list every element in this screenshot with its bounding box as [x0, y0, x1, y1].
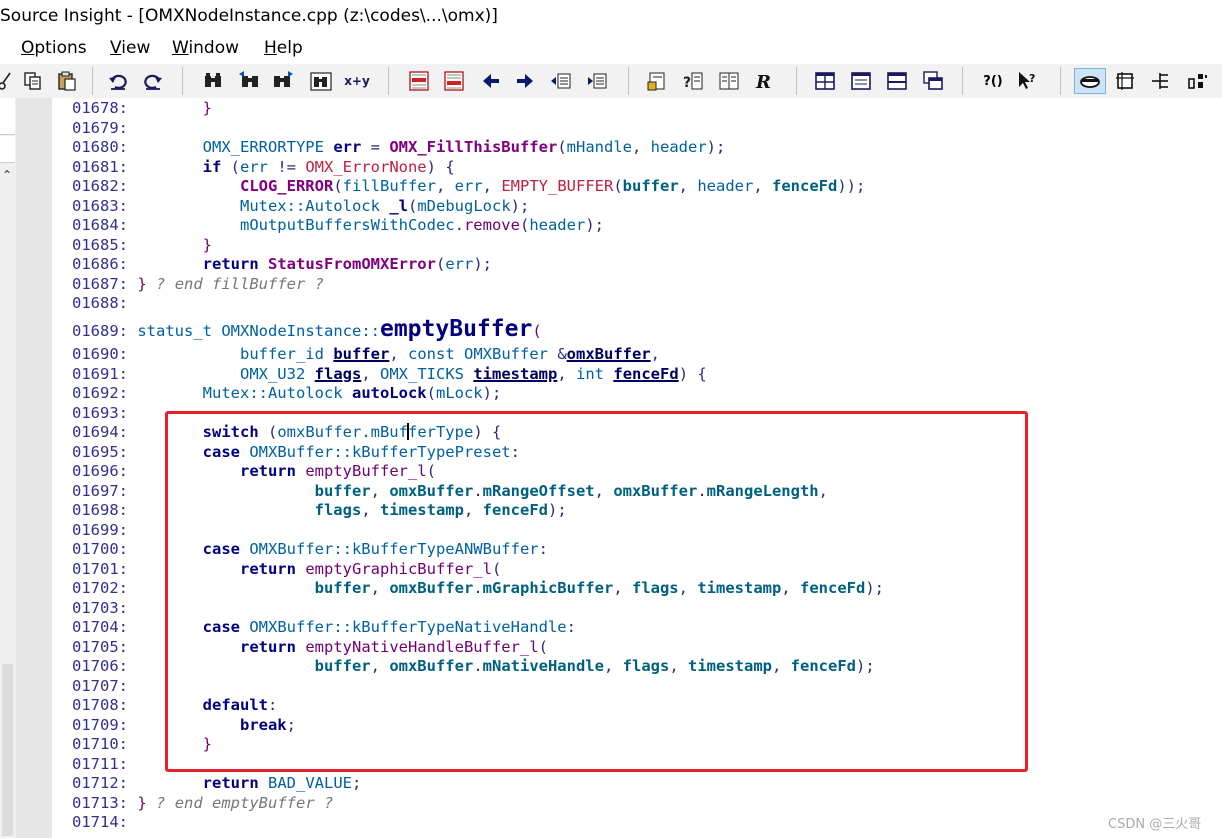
code-line: 01714:: [72, 813, 128, 831]
menu-help[interactable]: Help: [264, 38, 303, 58]
code-line: 01683: Mutex::Autolock _l(mDebugLock);: [72, 196, 530, 215]
find-icon[interactable]: [200, 68, 226, 94]
bookmark-next-icon[interactable]: [441, 68, 467, 94]
svg-text:?: ?: [683, 75, 691, 91]
code-line: 01687: } ? end fillBuffer ?: [72, 274, 325, 293]
watermark: CSDN @三火哥: [1108, 817, 1202, 832]
code-line: 01703:: [72, 598, 128, 617]
indent-left-icon[interactable]: [584, 68, 610, 94]
context-help-icon[interactable]: ?(): [978, 68, 1008, 94]
code-line: 01701: return emptyGraphicBuffer_l(: [72, 559, 502, 578]
code-line: 01678: }: [72, 99, 212, 117]
code-line: 01702: buffer, omxBuffer.mGraphicBuffer,…: [72, 579, 884, 597]
code-line: 01706: buffer, omxBuffer.mNativeHandle, …: [72, 657, 875, 675]
relation-icon[interactable]: R: [752, 68, 778, 94]
bookmark-prev-icon[interactable]: [406, 68, 432, 94]
code-line: 01690: buffer_id buffer, const OMXBuffer…: [72, 345, 660, 363]
paste-icon[interactable]: [54, 68, 80, 94]
window-tile-icon[interactable]: [812, 68, 838, 94]
code-line: 01682: CLOG_ERROR(fillBuffer, err, EMPTY…: [72, 177, 866, 195]
undo-icon[interactable]: [105, 68, 131, 94]
code-line: 01697: buffer, omxBuffer.mRangeOffset, o…: [72, 481, 828, 500]
grid-icon[interactable]: [1184, 68, 1210, 94]
code-line: 01696: return emptyBuffer_l(: [72, 462, 436, 480]
lookup-symbol-icon[interactable]: [644, 68, 670, 94]
code-line: 01686: return StatusFromOMXError(err);: [72, 255, 492, 273]
layout-icon[interactable]: [1112, 68, 1138, 94]
menu-window[interactable]: Window: [172, 38, 239, 58]
code-line: 01688:: [72, 294, 128, 312]
code-line: 01708: default:: [72, 696, 278, 714]
code-line: 01699:: [72, 520, 128, 539]
svg-text:?: ?: [1029, 72, 1035, 85]
browse-book-icon[interactable]: [716, 68, 742, 94]
cut-icon[interactable]: [0, 68, 18, 94]
code-editor[interactable]: 01678: } 01679: 01680: OMX_ERRORTYPE err…: [52, 98, 1222, 838]
window-cascade-icon[interactable]: [920, 68, 946, 94]
window-split-icon[interactable]: [884, 68, 910, 94]
window-list-icon[interactable]: [848, 68, 874, 94]
replace-icon[interactable]: x+y: [342, 68, 372, 94]
code-line: 01712: return BAD_VALUE;: [72, 774, 362, 792]
panel-scrollbar-thumb[interactable]: [2, 664, 13, 836]
menu-options[interactable]: Options: [21, 38, 87, 58]
menu-view[interactable]: View: [110, 38, 150, 58]
panel-box-mid: [0, 136, 15, 163]
find-prev-icon[interactable]: [236, 68, 262, 94]
find-next-icon[interactable]: [270, 68, 296, 94]
toolbar: x+y ? R ?() ?: [0, 64, 1222, 99]
code-line: 01681: if (err != OMX_ErrorNone) {: [72, 157, 455, 176]
svg-text:R: R: [755, 72, 771, 92]
code-line: 01693:: [72, 403, 128, 422]
code-line: 01685: }: [72, 235, 212, 254]
code-line: 01709: break;: [72, 715, 296, 734]
code-line: 01710: }: [72, 735, 212, 753]
search-files-icon[interactable]: [308, 68, 334, 94]
code-line: 01680: OMX_ERRORTYPE err = OMX_FillThisB…: [72, 138, 726, 156]
redo-icon[interactable]: [140, 68, 166, 94]
code-line: 01711:: [72, 754, 128, 773]
code-line: 01698: flags, timestamp, fenceFd);: [72, 501, 567, 519]
pointer-help-icon[interactable]: ?: [1014, 68, 1040, 94]
title-bar: Source Insight - [OMXNodeInstance.cpp (z…: [0, 0, 1222, 34]
code-line: 01700: case OMXBuffer::kBufferTypeANWBuf…: [72, 540, 548, 558]
code-line: 01684: mOutputBuffersWithCodec.remove(he…: [72, 216, 604, 234]
code-line: 01705: return emptyNativeHandleBuffer_l(: [72, 637, 548, 656]
symbol-info-icon[interactable]: ?: [680, 68, 706, 94]
back-icon[interactable]: [478, 68, 504, 94]
tree-icon[interactable]: [1148, 68, 1174, 94]
text-caret: [406, 423, 409, 440]
code-line: 01704: case OMXBuffer::kBufferTypeNative…: [72, 618, 576, 636]
code-line: 01695: case OMXBuffer::kBufferTypePreset…: [72, 442, 520, 461]
code-line: 01692: Mutex::Autolock autoLock(mLock);: [72, 384, 502, 402]
toggle-view-icon[interactable]: [1074, 68, 1106, 94]
code-line: 01689: status_t OMXNodeInstance::emptyBu…: [72, 316, 542, 342]
code-line: 01707:: [72, 676, 128, 695]
menu-bar: Options View Window Help: [0, 34, 1222, 64]
code-line: 01679:: [72, 118, 128, 137]
forward-icon[interactable]: [512, 68, 538, 94]
editor-gutter: [16, 98, 52, 838]
panel-box-top: [0, 98, 15, 135]
code-line: 01691: OMX_U32 flags, OMX_TICKS timestam…: [72, 364, 707, 383]
window-title: Source Insight - [OMXNodeInstance.cpp (z…: [0, 6, 498, 26]
scroll-up-icon[interactable]: ⌃: [2, 168, 12, 182]
code-line: 01694: switch (omxBuffer.mBufferType) {: [72, 423, 502, 441]
left-panel: ⌃: [0, 98, 17, 838]
indent-right-icon[interactable]: [548, 68, 574, 94]
code-line: 01713: } ? end emptyBuffer ?: [72, 793, 334, 812]
copy-icon[interactable]: [20, 68, 46, 94]
